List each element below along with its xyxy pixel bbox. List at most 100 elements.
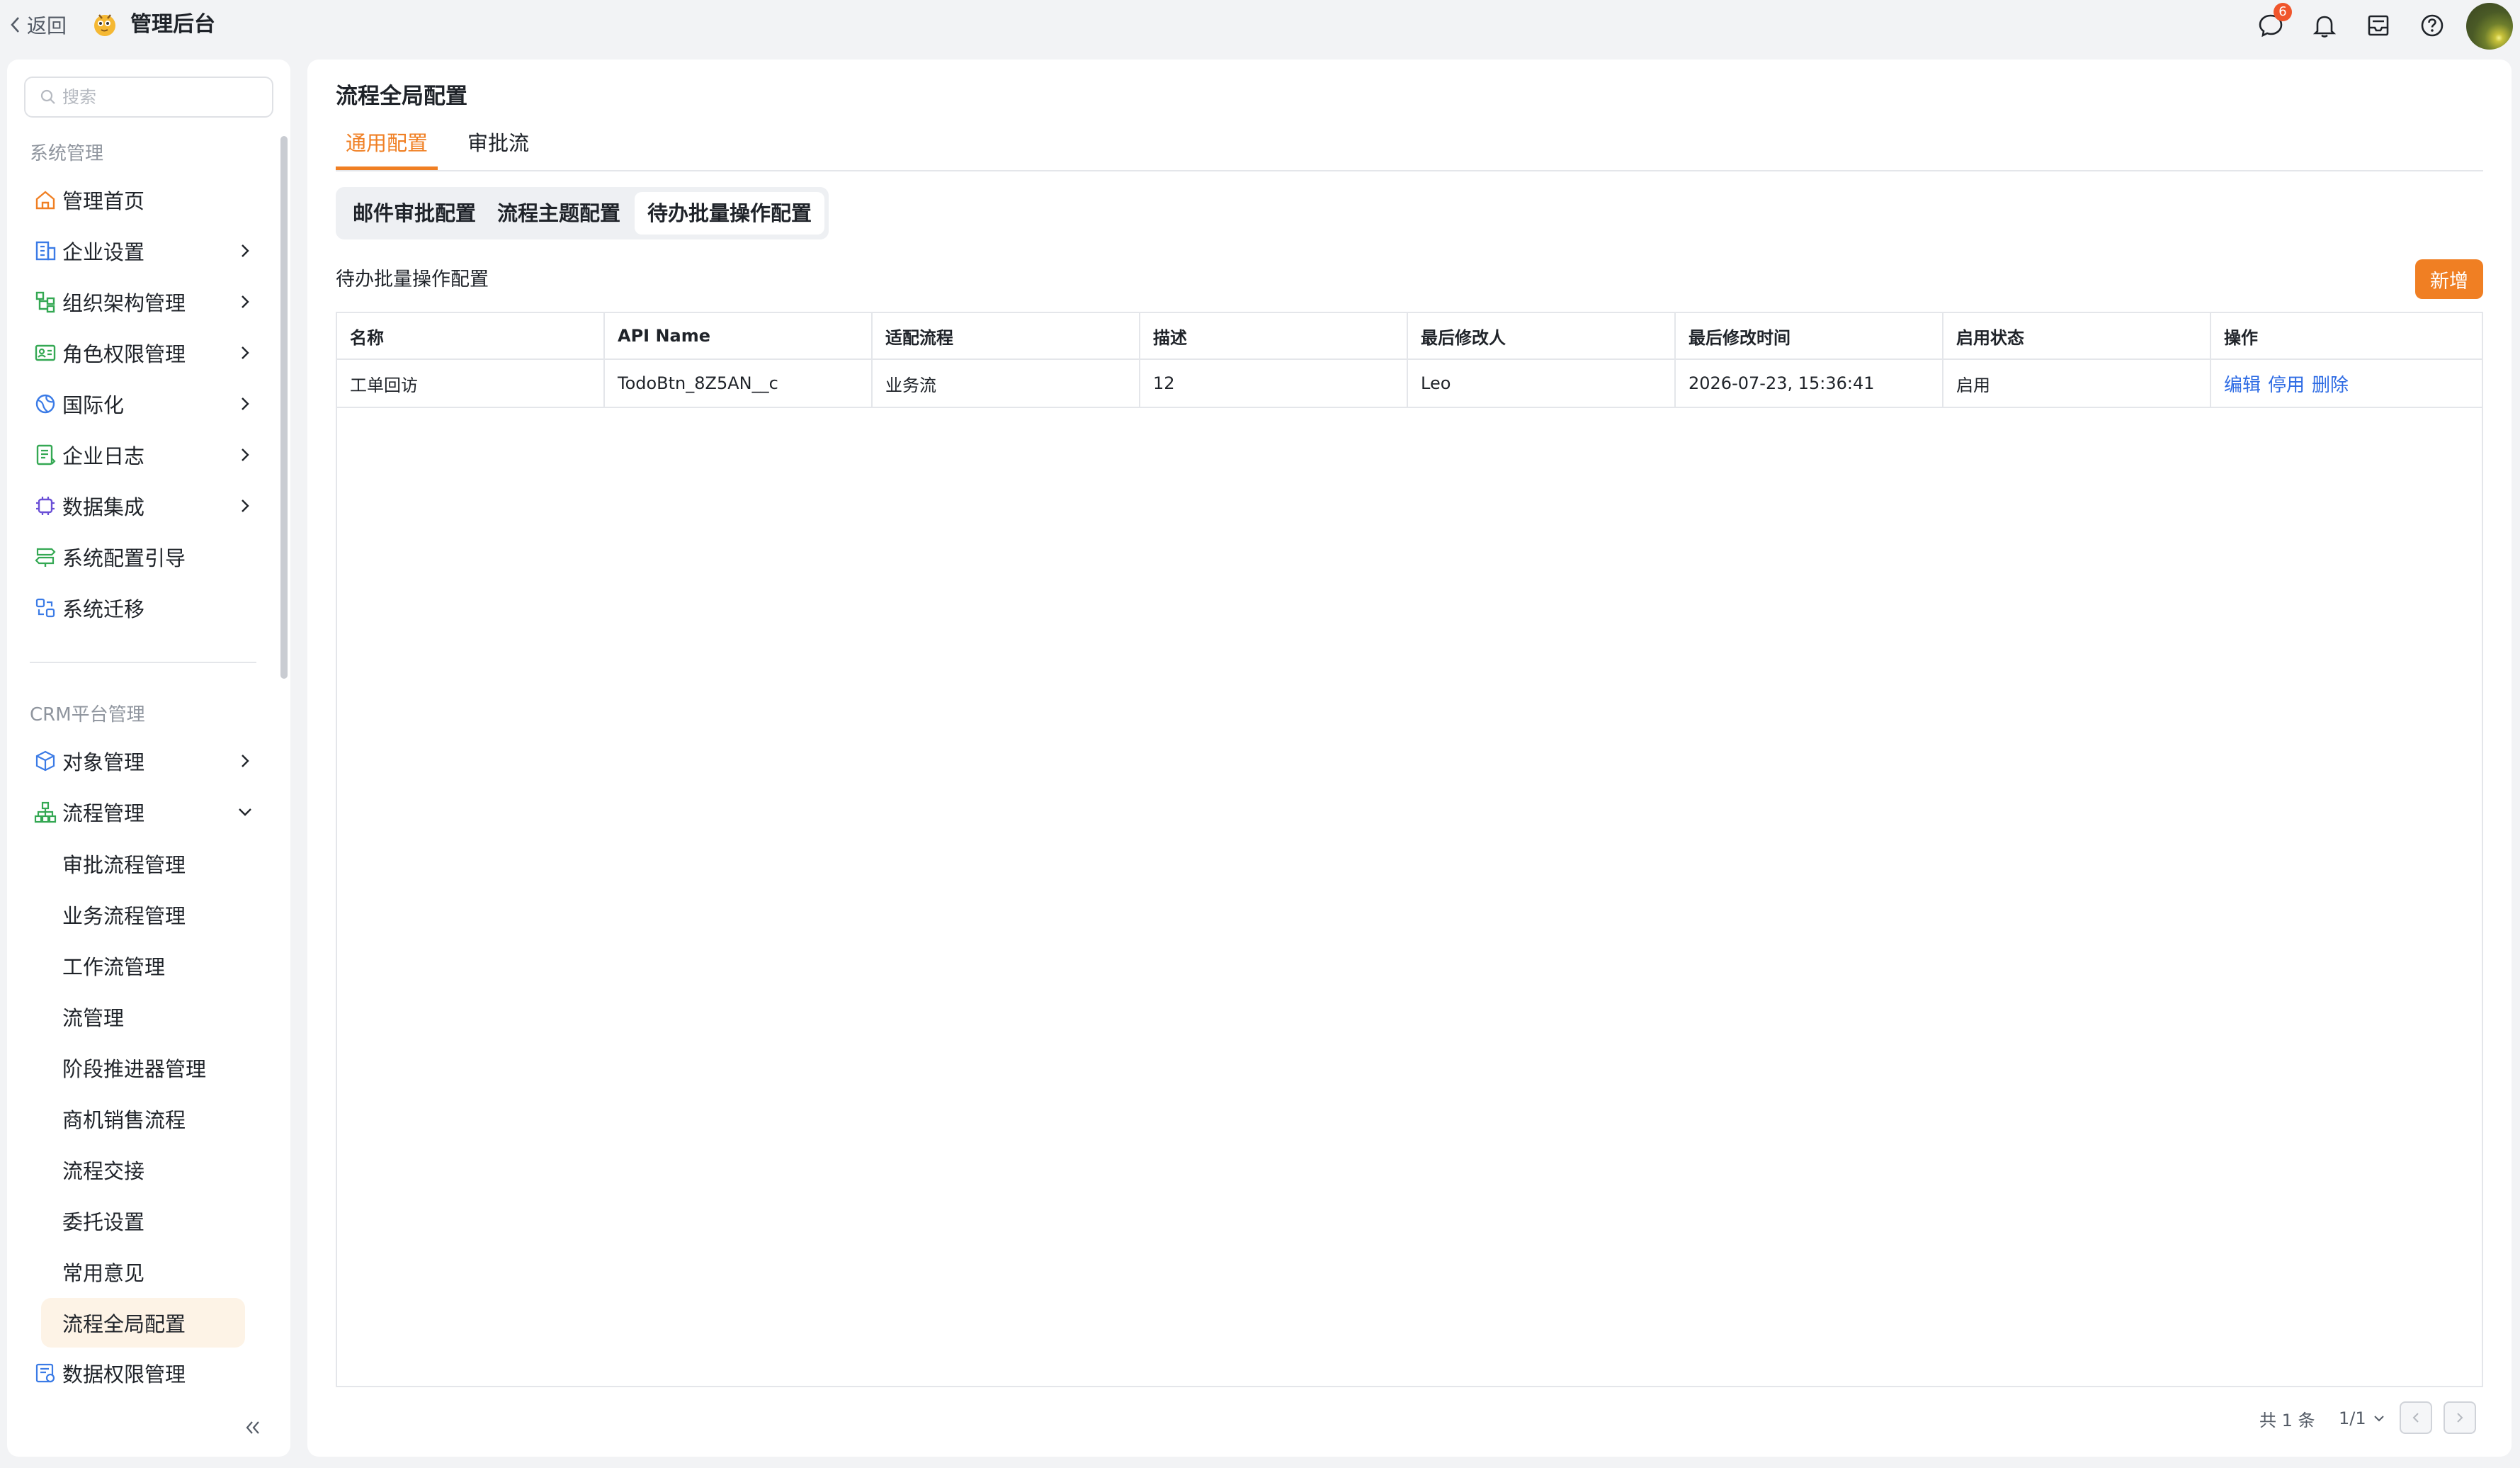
flow-icon: [33, 799, 58, 825]
table-cell: 工单回访: [337, 360, 605, 407]
app-title: 管理后台: [130, 12, 215, 37]
sidebar-item-label: 角色权限管理: [62, 342, 186, 366]
table-cell: 业务流: [873, 360, 1140, 407]
migrate-icon: [33, 595, 58, 621]
sidebar-item-label: 对象管理: [62, 750, 145, 774]
tab-approval-flow[interactable]: 审批流: [458, 123, 539, 170]
sidebar-subitem-business-flow[interactable]: 业务流程管理: [41, 890, 245, 939]
signpost-icon: [33, 544, 58, 570]
sidebar-item-role-permissions[interactable]: 角色权限管理: [33, 332, 266, 374]
sidebar-item-label: 流程管理: [62, 801, 145, 825]
table-cell: 2026-07-23, 15:36:41: [1676, 360, 1943, 407]
sidebar-item-company-log[interactable]: 企业日志: [33, 434, 266, 476]
sidebar-scrollbar[interactable]: [280, 136, 288, 679]
sidebar-item-label: 数据权限管理: [62, 1362, 186, 1387]
sidebar-item-label: 管理首页: [62, 189, 145, 213]
id-card-icon: [33, 340, 58, 366]
sidebar-item-data-integration[interactable]: 数据集成: [33, 485, 266, 527]
inbox-button[interactable]: [2364, 11, 2393, 40]
segment-flow-theme[interactable]: 流程主题配置: [484, 192, 633, 235]
inbox-icon: [2368, 15, 2389, 36]
edit-link[interactable]: 编辑: [2224, 371, 2261, 397]
sidebar-divider: [30, 662, 256, 663]
segment-email-approval[interactable]: 邮件审批配置: [340, 192, 489, 235]
sidebar-item-label: 企业设置: [62, 240, 145, 264]
table-cell: Leo: [1408, 360, 1676, 407]
page-indicator: 1/1: [2339, 1408, 2366, 1428]
chip-icon: [33, 493, 58, 519]
search-input[interactable]: [62, 87, 261, 107]
sidebar-item-data-permissions[interactable]: 数据权限管理: [33, 1352, 266, 1394]
message-count-badge: 6: [2274, 3, 2292, 21]
next-page-button[interactable]: [2444, 1401, 2476, 1434]
data-lock-icon: [33, 1360, 58, 1386]
sidebar-item-label: 企业日志: [62, 444, 145, 468]
sidebar-item-system-migration[interactable]: 系统迁移: [33, 587, 266, 629]
main-panel: 流程全局配置 通用配置 审批流 邮件审批配置 流程主题配置 待办批量操作配置 待…: [307, 60, 2512, 1457]
column-header: 描述: [1140, 313, 1408, 358]
sidebar-subitem-workflow[interactable]: 工作流管理: [41, 941, 245, 990]
sidebar-item-company-settings[interactable]: 企业设置: [33, 230, 266, 272]
prev-page-button[interactable]: [2400, 1401, 2432, 1434]
sidebar-item-label: 国际化: [62, 393, 125, 417]
sidebar-subitem-approval-flow[interactable]: 审批流程管理: [41, 839, 245, 888]
back-label: 返回: [27, 14, 67, 38]
add-button[interactable]: 新增: [2415, 259, 2483, 299]
tab-general-config[interactable]: 通用配置: [336, 123, 438, 170]
tab-bar: 通用配置 审批流: [336, 123, 2483, 171]
segment-batch-todo[interactable]: 待办批量操作配置: [635, 192, 825, 235]
sidebar-subitem-opportunity-sales[interactable]: 商机销售流程: [41, 1094, 245, 1144]
chevron-down-icon: [239, 808, 251, 816]
table-cell-actions: 编辑 停用 删除: [2211, 360, 2482, 407]
chevron-right-icon: [242, 346, 249, 359]
back-button[interactable]: 返回: [8, 10, 67, 40]
help-button[interactable]: [2418, 11, 2446, 40]
log-icon: [33, 442, 58, 468]
sidebar-subitem-common-opinions[interactable]: 常用意见: [41, 1247, 245, 1297]
sidebar-subitem-stream[interactable]: 流管理: [41, 992, 245, 1041]
home-icon: [33, 187, 58, 213]
group-label-system: 系统管理: [30, 143, 104, 164]
sidebar-item-flow-management[interactable]: 流程管理: [33, 791, 266, 833]
sidebar-subitem-flow-global-config[interactable]: 流程全局配置: [41, 1298, 245, 1348]
config-table: 名称 API Name 适配流程 描述 最后修改人 最后修改时间 启用状态 操作…: [336, 312, 2483, 1387]
sidebar-item-org-structure[interactable]: 组织架构管理: [33, 281, 266, 323]
sidebar-item-i18n[interactable]: 国际化: [33, 383, 266, 425]
notification-button[interactable]: [2310, 11, 2339, 40]
sidebar-item-label: 数据集成: [62, 495, 145, 519]
sidebar-item-config-guide[interactable]: 系统配置引导: [33, 536, 266, 578]
chevron-right-icon: [242, 755, 249, 767]
sidebar-subitem-flow-handover[interactable]: 流程交接: [41, 1145, 245, 1195]
delete-link[interactable]: 删除: [2312, 371, 2349, 397]
table-header: 名称 API Name 适配流程 描述 最后修改人 最后修改时间 启用状态 操作: [337, 313, 2482, 360]
section-label: 待办批量操作配置: [336, 269, 489, 290]
table-cell: 12: [1140, 360, 1408, 407]
message-button[interactable]: 6: [2257, 3, 2292, 40]
sidebar-item-admin-home[interactable]: 管理首页: [33, 179, 266, 221]
sidebar-subitem-stage-advancer[interactable]: 阶段推进器管理: [41, 1043, 245, 1092]
double-chevron-left-icon: [246, 1421, 259, 1434]
sidebar: 系统管理 管理首页 企业设置 组织架构管理 角色权限管理 国际化: [7, 60, 290, 1457]
column-header: 启用状态: [1943, 313, 2211, 358]
search-icon: [40, 89, 55, 104]
sidebar-item-label: 组织架构管理: [62, 291, 186, 315]
table-cell: TodoBtn_8Z5AN__c: [605, 360, 873, 407]
org-icon: [33, 289, 58, 315]
globe-icon: [33, 391, 58, 417]
sidebar-item-object-management[interactable]: 对象管理: [33, 740, 266, 782]
disable-link[interactable]: 停用: [2268, 371, 2305, 397]
chevron-right-icon: [242, 244, 249, 257]
collapse-sidebar-button[interactable]: [242, 1417, 263, 1438]
chevron-left-icon: [11, 17, 19, 33]
sidebar-item-label: 系统配置引导: [62, 546, 186, 570]
chevron-right-icon: [242, 499, 249, 512]
table-row: 工单回访 TodoBtn_8Z5AN__c 业务流 12 Leo 2026-07…: [337, 360, 2482, 408]
user-avatar[interactable]: [2466, 3, 2513, 50]
chevron-right-icon: [242, 448, 249, 461]
column-header: 适配流程: [873, 313, 1140, 358]
sidebar-subitem-delegation[interactable]: 委托设置: [41, 1196, 245, 1246]
chevron-right-icon: [242, 295, 249, 308]
app-logo-icon: [91, 10, 119, 38]
page-select[interactable]: 1/1: [2339, 1403, 2386, 1434]
bell-icon: [2312, 16, 2337, 38]
